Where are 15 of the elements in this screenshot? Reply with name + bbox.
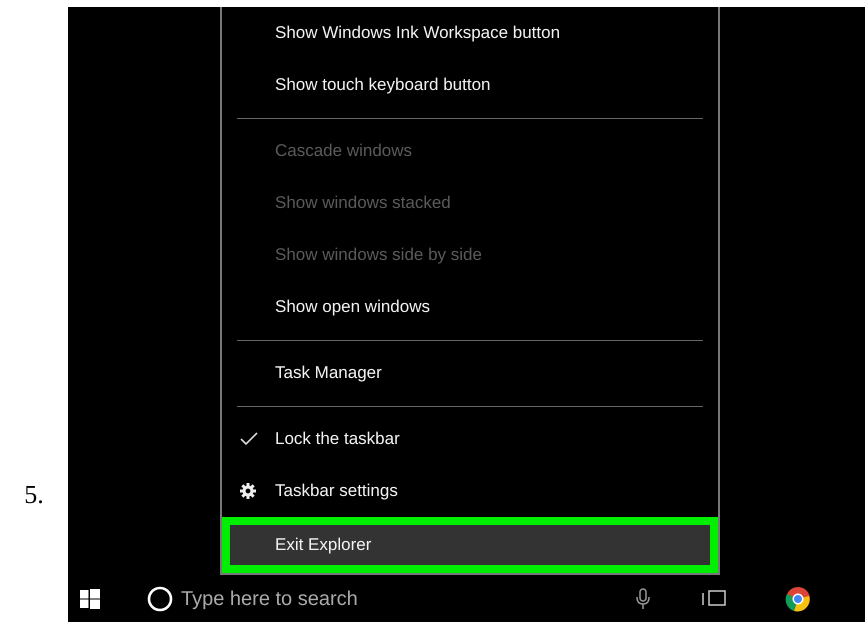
menu-item[interactable]: Show touch keyboard button	[222, 59, 718, 111]
microphone-icon[interactable]	[635, 588, 651, 610]
start-icon[interactable]	[80, 589, 100, 609]
menu-item[interactable]: Taskbar settings	[222, 465, 718, 517]
task-view-icon[interactable]	[701, 589, 727, 609]
menu-item[interactable]: Show open windows	[222, 281, 718, 333]
menu-item[interactable]: Exit Explorer	[222, 517, 718, 573]
circle-icon[interactable]	[147, 586, 173, 612]
search-field[interactable]: Type here to search	[179, 584, 583, 614]
step-number: 5.	[24, 480, 44, 510]
menu-item[interactable]: Lock the taskbar	[222, 413, 718, 465]
settings-icon	[240, 483, 256, 499]
browser-icon[interactable]	[785, 586, 811, 612]
menu-item[interactable]: Show Windows Ink Workspace button	[222, 7, 718, 59]
menu-item[interactable]: Task Manager	[222, 347, 718, 399]
